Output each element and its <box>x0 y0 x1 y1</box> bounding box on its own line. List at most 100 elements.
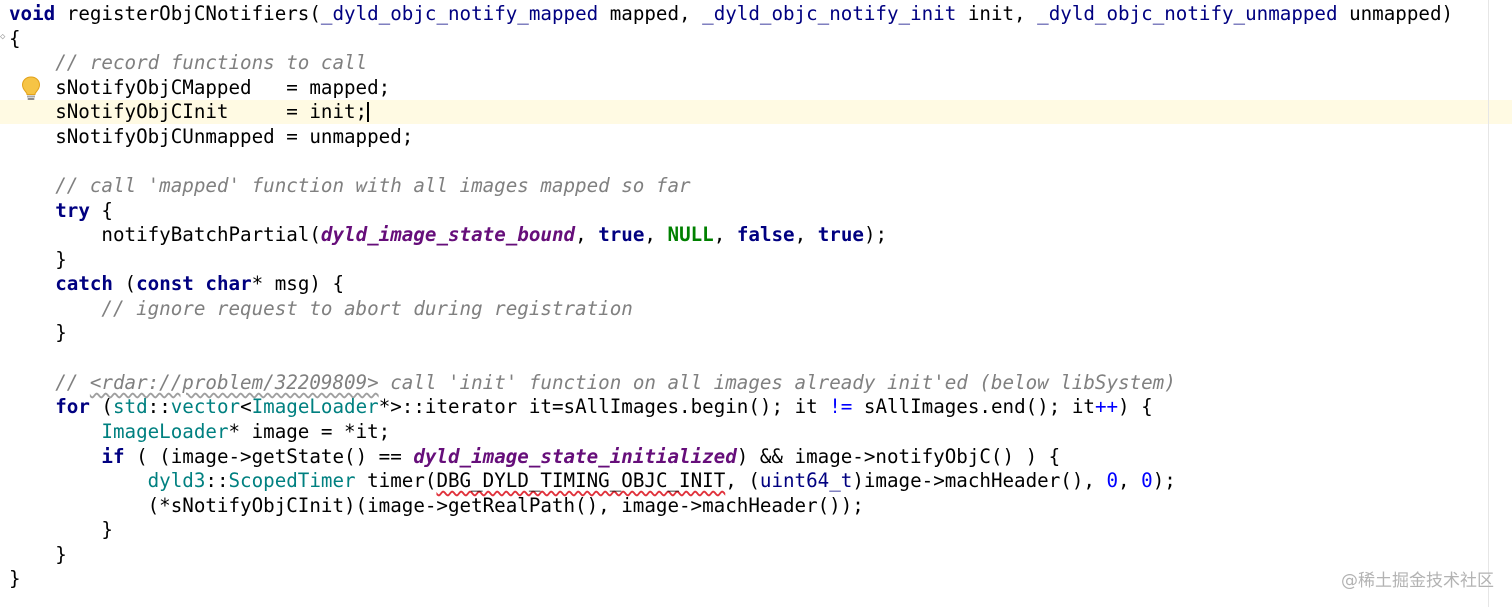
code-text: } <box>9 248 67 271</box>
code-text: sNotifyObjCInit = init; <box>9 100 368 123</box>
code-line-19[interactable]: if ( (image->getState() == dyld_image_st… <box>9 445 1060 470</box>
code-line-13[interactable]: // ignore request to abort during regist… <box>9 297 633 322</box>
comment: // record functions to call <box>9 51 368 74</box>
code-text: (*sNotifyObjCInit)(image->getRealPath(),… <box>9 494 864 517</box>
code-line-24[interactable]: } <box>9 567 21 592</box>
operator: ++ <box>1094 395 1119 418</box>
code-line-11[interactable]: } <box>9 248 67 273</box>
code-line-4[interactable]: sNotifyObjCMapped = mapped; <box>9 76 390 101</box>
comment: // call 'mapped' function with all image… <box>9 174 691 197</box>
keyword: if <box>101 445 125 468</box>
type-name: ScopedTimer <box>228 469 356 492</box>
code-text: sNotifyObjCMapped = mapped; <box>9 76 391 99</box>
comment: call 'init' function on all images alrea… <box>378 371 1176 394</box>
number: 0 <box>1106 469 1119 492</box>
fold-marker-icon[interactable]: ◇ <box>0 32 8 42</box>
number: 0 <box>1141 469 1153 492</box>
operator: != <box>829 395 853 418</box>
code-text: ( <box>89 395 113 418</box>
null-constant: NULL <box>667 223 714 246</box>
code-text: :: <box>205 469 229 492</box>
type-name: uint64_t <box>759 469 853 492</box>
code-text: , <box>644 223 668 246</box>
code-text: mapped, <box>598 2 703 25</box>
code-text: } <box>9 567 21 590</box>
code-text: *>::iterator it=sAllImages.begin(); it <box>378 395 830 418</box>
param-type: _dyld_objc_notify_unmapped <box>1037 2 1338 25</box>
code-editor[interactable]: ◇ void registerObjCNotifiers( _dyld_objc_… <box>0 0 1512 607</box>
macro-constant: dyld_image_state_bound <box>320 223 576 246</box>
code-text: } <box>9 518 113 541</box>
code-text: { <box>89 199 113 222</box>
code-text: sAllImages.end(); it <box>852 395 1095 418</box>
code-line-16[interactable]: // <rdar://problem/32209809> call 'init'… <box>9 371 1176 396</box>
code-line-22[interactable]: } <box>9 518 113 543</box>
keyword: try <box>55 199 90 222</box>
keyword: for <box>55 395 90 418</box>
code-line-5[interactable]: sNotifyObjCInit = init; <box>9 100 370 125</box>
code-text: < <box>240 395 252 418</box>
macro-with-error[interactable]: DBG_DYLD_TIMING_OBJC_INIT <box>436 469 725 492</box>
code-line-12[interactable]: catch (const char* msg) { <box>9 272 344 297</box>
type-name: ImageLoader <box>251 395 379 418</box>
namespace: dyld3 <box>147 469 206 492</box>
keyword: true <box>598 223 645 246</box>
code-line-18[interactable]: ImageLoader* image = *it; <box>9 420 390 445</box>
keyword: const <box>136 272 194 295</box>
code-line-20[interactable]: dyld3::ScopedTimer timer(DBG_DYLD_TIMING… <box>9 469 1176 494</box>
code-text: } <box>9 543 67 566</box>
code-line-17[interactable]: for (std::vector<ImageLoader*>::iterator… <box>9 395 1153 420</box>
keyword: true <box>817 223 864 246</box>
code-line-10[interactable]: notifyBatchPartial(dyld_image_state_boun… <box>9 223 887 248</box>
keyword: char <box>205 272 252 295</box>
keyword: void <box>9 2 56 25</box>
comment: // <box>9 371 90 394</box>
code-text: { <box>9 27 21 50</box>
code-text: unmapped) <box>1337 2 1454 25</box>
keyword: catch <box>55 272 113 295</box>
code-text: , <box>575 223 599 246</box>
code-text: )image->machHeader(), <box>852 469 1107 492</box>
macro-constant: dyld_image_state_initialized <box>413 445 737 468</box>
text-cursor <box>367 102 370 122</box>
code-text: * image = *it; <box>228 420 391 443</box>
code-text: ) && image->notifyObjC() ) { <box>736 445 1061 468</box>
code-line-1[interactable]: void registerObjCNotifiers( _dyld_objc_no… <box>9 2 1453 27</box>
code-line-6[interactable]: sNotifyObjCUnmapped = unmapped; <box>9 125 413 150</box>
code-text: ) { <box>1118 395 1153 418</box>
code-text: , ( <box>725 469 760 492</box>
right-margin-guide <box>1488 0 1489 607</box>
code-text: , <box>794 223 818 246</box>
type-name: vector <box>170 395 241 418</box>
function-name: registerObjCNotifiers( <box>55 2 321 25</box>
function-call: notifyBatchPartial( <box>101 223 321 246</box>
code-text: sNotifyObjCUnmapped = unmapped; <box>9 125 414 148</box>
code-text: , <box>1118 469 1142 492</box>
code-text: } <box>9 321 67 344</box>
code-line-8[interactable]: // call 'mapped' function with all image… <box>9 174 691 199</box>
code-text: ); <box>863 223 888 246</box>
code-text: , <box>713 223 737 246</box>
comment: // ignore request to abort during regist… <box>9 297 633 320</box>
code-text: * msg) { <box>251 272 345 295</box>
code-line-2[interactable]: { <box>9 27 21 52</box>
code-text: ( <box>112 272 137 295</box>
code-line-14[interactable]: } <box>9 321 67 346</box>
code-line-3[interactable]: // record functions to call <box>9 51 367 76</box>
code-line-21[interactable]: (*sNotifyObjCInit)(image->getRealPath(),… <box>9 494 864 519</box>
type-name: ImageLoader <box>101 420 229 443</box>
code-text: ( (image->getState() == <box>124 445 414 468</box>
param-type: _dyld_objc_notify_init <box>702 2 957 25</box>
keyword: false <box>736 223 795 246</box>
comment-link[interactable]: <rdar://problem/32209809> <box>90 371 379 394</box>
code-text: timer( <box>355 469 437 492</box>
code-text: ); <box>1152 469 1176 492</box>
code-line-23[interactable]: } <box>9 543 67 568</box>
code-line-9[interactable]: try { <box>9 199 113 224</box>
